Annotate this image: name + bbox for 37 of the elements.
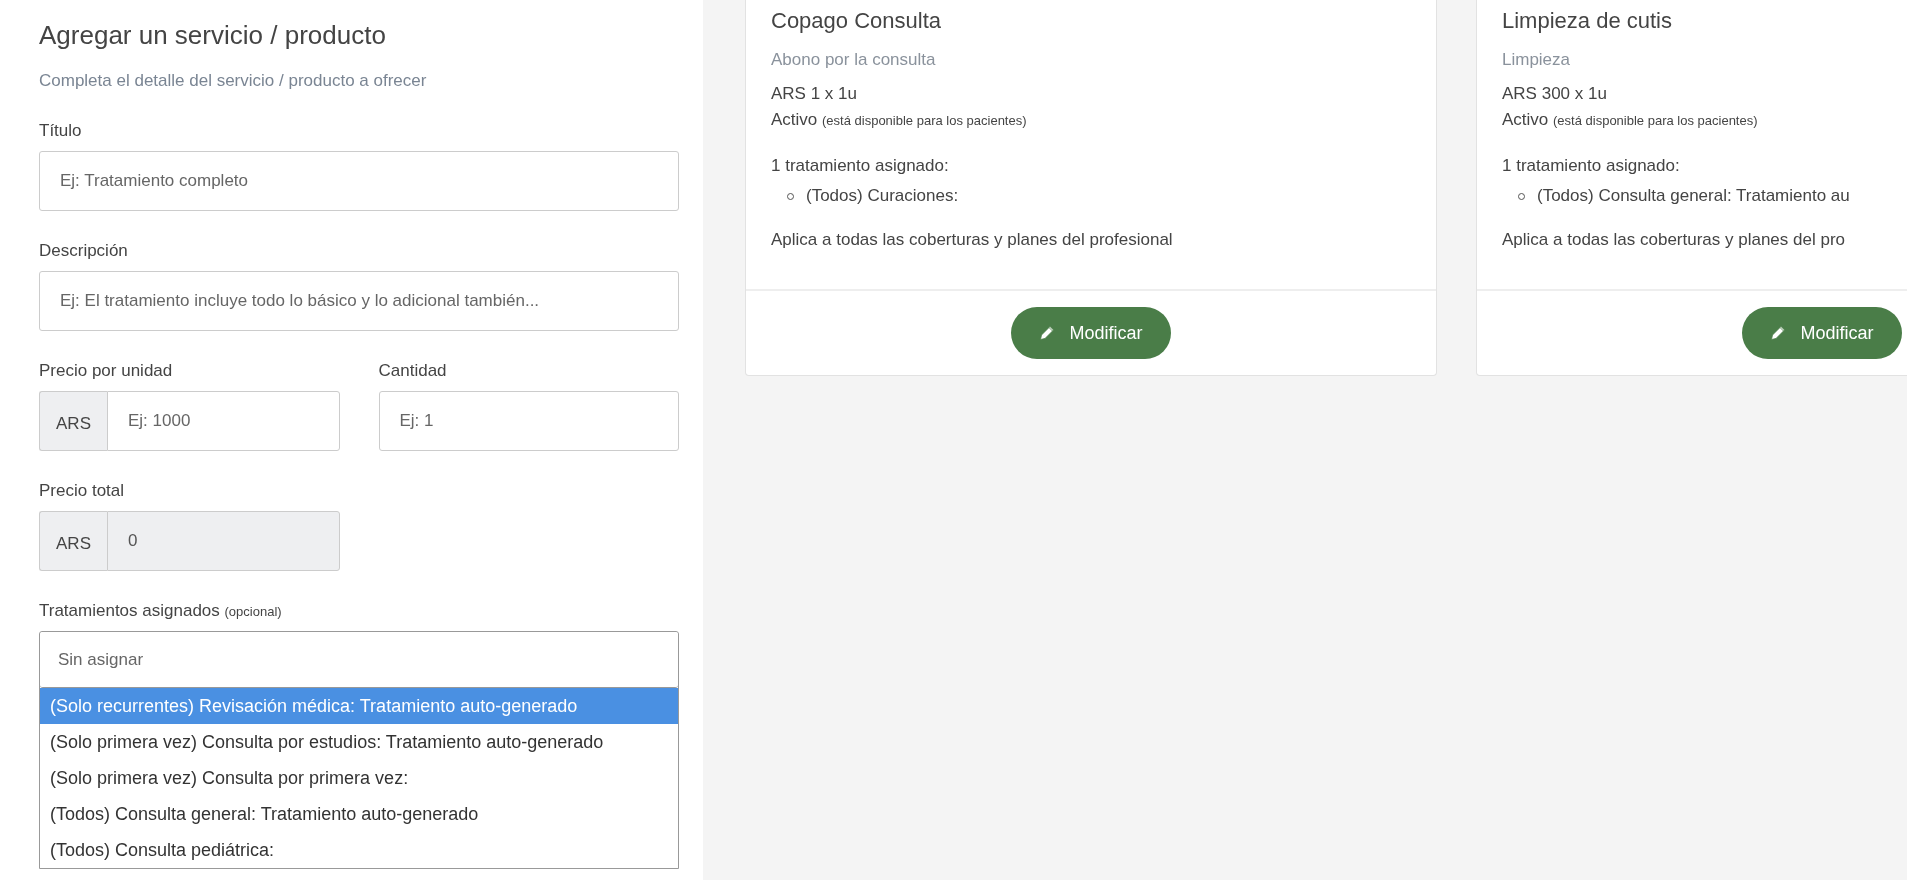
- coverage-text: Aplica a todas las coberturas y planes del pro: [1502, 230, 1847, 250]
- treatment-item: (Todos) Consulta general: Tratamiento au: [1537, 186, 1850, 206]
- treatments-search-field[interactable]: Sin asignar: [40, 632, 678, 688]
- quantity-input[interactable]: Ej: 1: [378, 391, 679, 451]
- field-label: Precio total: [39, 481, 126, 501]
- field-label: Título: [39, 121, 83, 141]
- unit-price-input[interactable]: Ej: 1000: [107, 391, 340, 451]
- form-subtitle: Completa el detalle del servicio / producto a ofrecer: [39, 71, 428, 91]
- field-label: Cantidad: [378, 361, 448, 381]
- description-input[interactable]: Ej: El tratamiento incluye todo lo básico y lo adicional también...: [39, 271, 679, 331]
- treatments-heading: 1 tratamiento asignado:: [771, 156, 950, 176]
- dropdown-option[interactable]: (Todos) Consulta general: Tratamiento auto-generado: [40, 796, 678, 832]
- modify-button[interactable]: Modificar: [1742, 307, 1902, 359]
- card-title: Copago Consulta: [771, 8, 942, 34]
- treatment-item: (Todos) Curaciones:: [806, 186, 959, 206]
- modify-button[interactable]: Modificar: [1011, 307, 1171, 359]
- field-label: Precio por unidad: [39, 361, 174, 381]
- card-status: Activo (está disponible para los pacientes): [1502, 110, 1759, 130]
- card-status: Activo (está disponible para los pacientes): [771, 110, 1028, 130]
- currency-prefix: ARS: [39, 511, 107, 571]
- form-title: Agregar un servicio / producto: [39, 20, 387, 51]
- pencil-icon: [1770, 325, 1787, 341]
- card-title: Limpieza de cutis: [1502, 8, 1673, 34]
- dropdown-option[interactable]: (Solo primera vez) Consulta por estudios: Tratamiento auto-generado: [40, 724, 678, 760]
- dropdown-option[interactable]: (Todos) Consulta pediátrica:: [40, 832, 678, 868]
- field-label: Descripción: [39, 241, 129, 261]
- pencil-icon: [1039, 325, 1056, 341]
- card-price: ARS 300 x 1u: [1502, 84, 1608, 104]
- card-description: Abono por la consulta: [771, 50, 937, 70]
- field-label: Tratamientos asignados (opcional): [39, 601, 283, 621]
- title-input[interactable]: Ej: Tratamiento completo: [39, 151, 679, 211]
- currency-prefix: ARS: [39, 391, 107, 451]
- dropdown-option[interactable]: (Solo primera vez) Consulta por primera vez:: [40, 760, 678, 796]
- card-price: ARS 1 x 1u: [771, 84, 858, 104]
- treatments-heading: 1 tratamiento asignado:: [1502, 156, 1681, 176]
- card-description: Limpieza: [1502, 50, 1572, 70]
- coverage-text: Aplica a todas las coberturas y planes del profesional: [771, 230, 1174, 250]
